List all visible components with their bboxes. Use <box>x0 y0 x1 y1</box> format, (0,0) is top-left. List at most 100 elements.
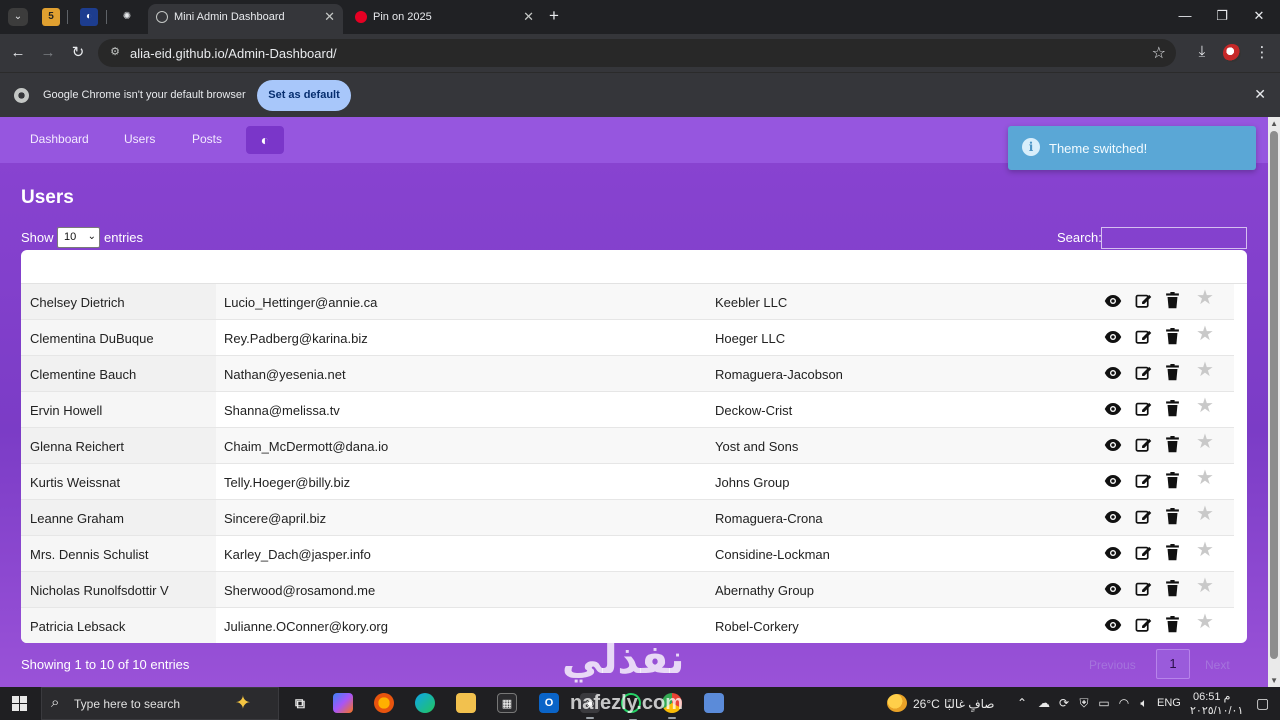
star-icon[interactable]: ★ <box>1196 432 1214 452</box>
eye-icon[interactable] <box>1104 436 1122 454</box>
pinned-tab-5-icon[interactable]: 5 <box>42 8 60 26</box>
eye-icon[interactable] <box>1104 364 1122 382</box>
cloud-icon[interactable]: ☁ <box>1036 696 1052 710</box>
eye-icon[interactable] <box>1104 580 1122 598</box>
star-icon[interactable]: ★ <box>1196 324 1214 344</box>
temperature[interactable]: 26°C <box>913 697 940 711</box>
pagination-previous[interactable]: Previous <box>1089 658 1136 672</box>
copilot-app-icon[interactable] <box>333 693 353 713</box>
eye-icon[interactable] <box>1104 616 1122 634</box>
nav-link-users[interactable]: Users <box>124 132 155 146</box>
clock-time[interactable]: 06:51 م <box>1193 690 1230 703</box>
sync-icon[interactable]: ⟳ <box>1056 696 1072 710</box>
nav-link-posts[interactable]: Posts <box>192 132 222 146</box>
close-window-icon[interactable]: ✕ <box>1249 8 1269 24</box>
scroll-up-arrow-icon[interactable]: ▲ <box>1270 119 1278 128</box>
trash-icon[interactable] <box>1165 544 1183 562</box>
star-icon[interactable]: ★ <box>1196 576 1214 596</box>
volume-icon[interactable]: 🔈︎ <box>1136 696 1152 711</box>
star-icon[interactable]: ★ <box>1196 468 1214 488</box>
show-hidden-icons-icon[interactable]: ⌃ <box>1014 696 1030 710</box>
theme-switched-toast[interactable]: i Theme switched! <box>1008 126 1256 170</box>
eye-icon[interactable] <box>1104 544 1122 562</box>
weather-condition[interactable]: صافٍ غالبًا <box>944 697 994 711</box>
task-view-icon[interactable]: ⧉ <box>290 693 310 713</box>
weather-icon[interactable] <box>887 694 907 712</box>
pinned-tab-chatgpt-icon[interactable]: ✺ <box>118 8 136 26</box>
maximize-window-icon[interactable]: ❐ <box>1212 8 1232 24</box>
star-icon[interactable]: ★ <box>1196 360 1214 380</box>
trash-icon[interactable] <box>1165 436 1183 454</box>
bookmark-star-icon[interactable]: ☆ <box>1152 43 1166 63</box>
input-language[interactable]: ENG <box>1157 697 1181 709</box>
pagination-next[interactable]: Next <box>1205 658 1230 672</box>
tab-pin-on-2025[interactable]: Pin on 2025 ✕ <box>347 4 542 34</box>
eye-icon[interactable] <box>1104 508 1122 526</box>
edit-icon[interactable] <box>1135 544 1153 562</box>
edit-icon[interactable] <box>1135 436 1153 454</box>
edit-icon[interactable] <box>1135 580 1153 598</box>
site-info-icon[interactable]: ⚙ <box>108 45 122 59</box>
reload-icon[interactable]: ↻ <box>68 43 88 63</box>
taskbar-search-box[interactable]: ⌕ Type here to search ✦ <box>41 687 279 720</box>
eye-icon[interactable] <box>1104 472 1122 490</box>
new-tab-button[interactable]: + <box>549 6 559 26</box>
theme-toggle-button[interactable]: ◐ <box>246 126 284 154</box>
nav-link-dashboard[interactable]: Dashboard <box>30 132 89 146</box>
star-icon[interactable]: ★ <box>1196 396 1214 416</box>
edit-icon[interactable] <box>1135 472 1153 490</box>
trash-icon[interactable] <box>1165 508 1183 526</box>
edit-icon[interactable] <box>1135 508 1153 526</box>
windows-start-icon[interactable] <box>12 696 27 711</box>
notifications-icon[interactable]: ▢ <box>1256 695 1269 712</box>
microsoft-store-icon[interactable]: ▦ <box>497 693 517 713</box>
outlook-icon[interactable]: O <box>539 693 559 713</box>
trash-icon[interactable] <box>1165 580 1183 598</box>
close-tab-icon[interactable]: ✕ <box>324 9 335 25</box>
trash-icon[interactable] <box>1165 400 1183 418</box>
edit-icon[interactable] <box>1135 328 1153 346</box>
file-explorer-icon[interactable] <box>456 693 476 713</box>
clock-date[interactable]: ٢٠٢٥/١٠/٠١ <box>1190 704 1243 717</box>
search-input[interactable] <box>1101 227 1247 249</box>
entries-per-page-select[interactable]: 10 ⌄ <box>57 227 100 248</box>
edit-icon[interactable] <box>1135 364 1153 382</box>
star-icon[interactable]: ★ <box>1196 288 1214 308</box>
page-scrollbar[interactable]: ▲ ▼ <box>1268 117 1280 687</box>
profile-avatar[interactable] <box>1223 44 1241 62</box>
star-icon[interactable]: ★ <box>1196 504 1214 524</box>
edit-icon[interactable] <box>1135 400 1153 418</box>
trash-icon[interactable] <box>1165 472 1183 490</box>
eye-icon[interactable] <box>1104 328 1122 346</box>
wifi-icon[interactable]: ◠ <box>1116 696 1132 710</box>
star-icon[interactable]: ★ <box>1196 540 1214 560</box>
photos-app-icon[interactable] <box>704 693 724 713</box>
chrome-menu-icon[interactable]: ⋮ <box>1252 43 1272 61</box>
eye-icon[interactable] <box>1104 292 1122 310</box>
back-arrow-icon[interactable]: ← <box>8 43 28 63</box>
star-icon[interactable]: ★ <box>1196 612 1214 632</box>
copilot-sparkle-icon[interactable]: ✦ <box>235 692 251 715</box>
set-as-default-button[interactable]: Set as default <box>257 80 351 111</box>
download-icon[interactable]: ⤓ <box>1192 43 1212 60</box>
scrollbar-thumb[interactable] <box>1270 131 1278 659</box>
pagination-page-1[interactable]: 1 <box>1156 649 1190 679</box>
trash-icon[interactable] <box>1165 292 1183 310</box>
address-bar[interactable]: ⚙ alia-eid.github.io/Admin-Dashboard/ ☆ <box>98 39 1176 67</box>
battery-icon[interactable]: ▭ <box>1096 696 1112 710</box>
close-infobar-icon[interactable]: ✕ <box>1254 86 1266 103</box>
edit-icon[interactable] <box>1135 616 1153 634</box>
edit-icon[interactable] <box>1135 292 1153 310</box>
minimize-window-icon[interactable]: — <box>1175 8 1195 23</box>
trash-icon[interactable] <box>1165 364 1183 382</box>
close-tab-icon[interactable]: ✕ <box>523 9 534 25</box>
tab-search-button[interactable]: ⌄ <box>8 8 28 26</box>
trash-icon[interactable] <box>1165 328 1183 346</box>
url-text[interactable]: alia-eid.github.io/Admin-Dashboard/ <box>130 46 337 61</box>
defender-icon[interactable]: ⛨ <box>1076 696 1092 711</box>
firefox-icon[interactable] <box>374 693 394 713</box>
eye-icon[interactable] <box>1104 400 1122 418</box>
trash-icon[interactable] <box>1165 616 1183 634</box>
forward-arrow-icon[interactable]: → <box>38 43 58 63</box>
scroll-down-arrow-icon[interactable]: ▼ <box>1270 676 1278 685</box>
